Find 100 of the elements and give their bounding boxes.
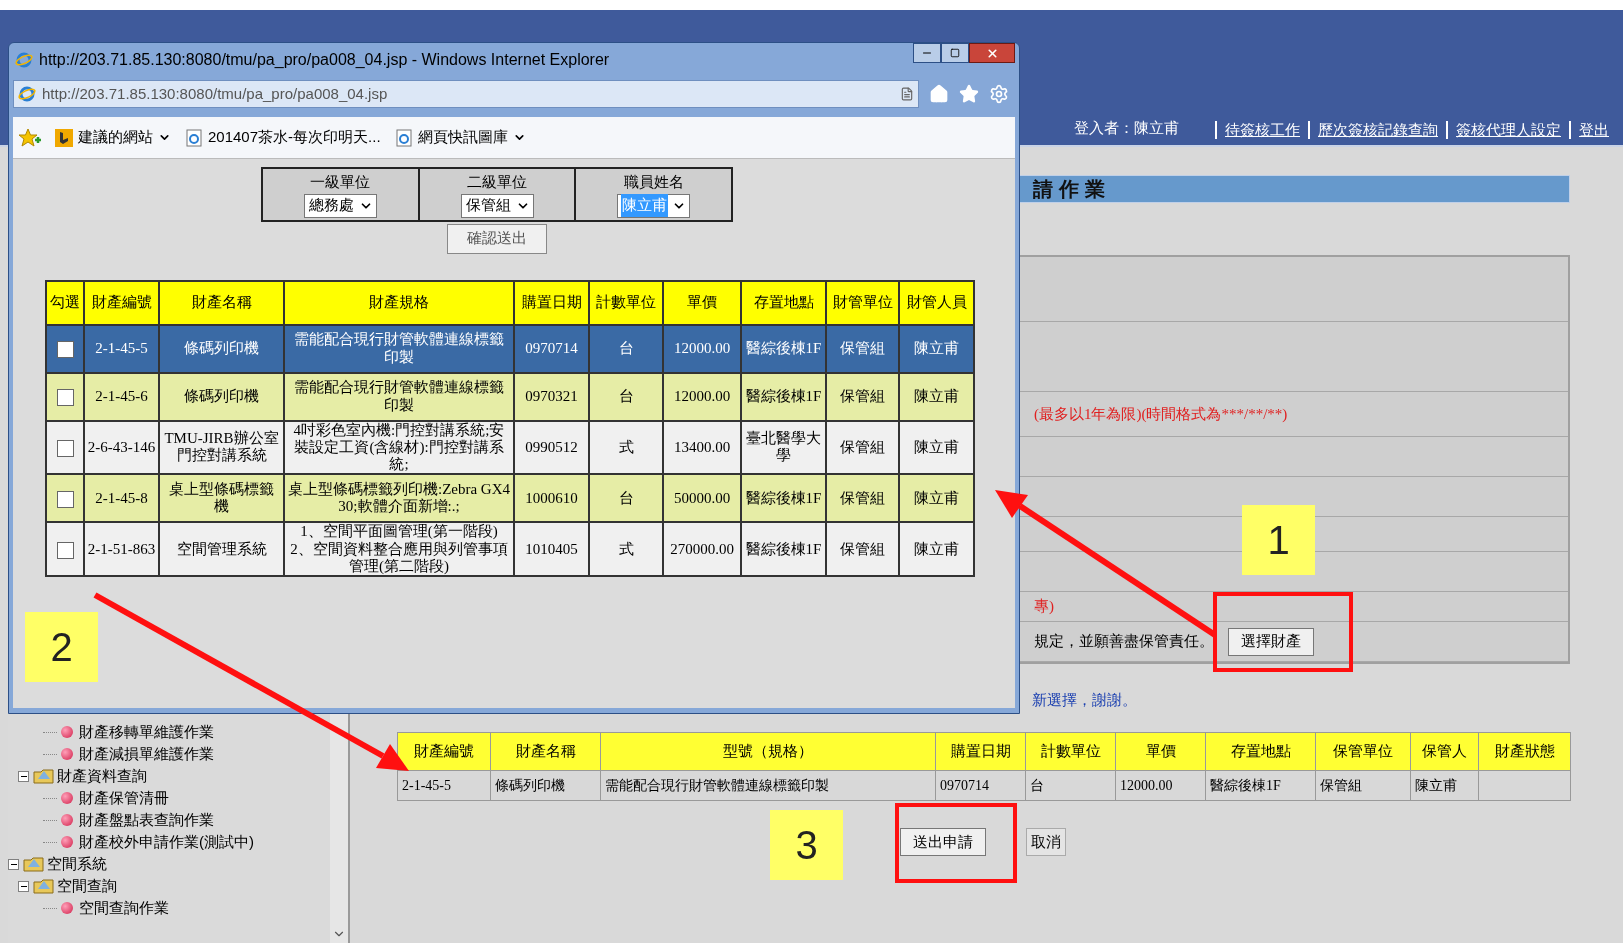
table-cell: 條碼列印機 (159, 324, 284, 373)
favorites-link[interactable]: 201407茶水-每次印明天... (208, 126, 381, 149)
column-header: 勾選 (46, 280, 84, 325)
dropdown[interactable]: 保管組 (460, 193, 534, 218)
maximize-icon[interactable] (950, 48, 960, 58)
tree-item[interactable]: 空間查詢作業 (79, 896, 169, 920)
table-cell: 0970321 (514, 372, 589, 421)
tree-folder-label[interactable]: 空間查詢 (57, 874, 117, 898)
filter-label: 一級單位 (310, 172, 371, 192)
table-cell: 2-1-45-5 (397, 770, 491, 801)
filter-label: 二級單位 (467, 172, 527, 192)
header-link[interactable]: 登出 (1579, 118, 1609, 142)
table-cell: 12000.00 (1115, 770, 1206, 801)
table-cell: 270000.00 (663, 522, 741, 576)
table-cell: 保管組 (1315, 770, 1411, 801)
column-header: 購置日期 (935, 732, 1026, 771)
close-button[interactable] (969, 43, 1015, 63)
collapse-toggle[interactable] (18, 770, 29, 782)
table-cell: 空間管理系統 (159, 522, 284, 576)
table-cell: 台 (589, 324, 663, 373)
table-cell: 台 (1025, 770, 1116, 801)
minimize-button[interactable] (913, 43, 941, 63)
tree-item[interactable]: 財產盤點表查詢作業 (79, 808, 214, 832)
column-header: 計數單位 (1025, 732, 1116, 771)
submit-button[interactable]: 送出申請 (900, 828, 986, 856)
table-cell: 條碼列印機 (490, 770, 601, 801)
header-link[interactable]: 待簽核工作 (1225, 118, 1300, 142)
checkbox[interactable] (56, 491, 74, 509)
step-label: 3 (770, 810, 843, 880)
checkbox[interactable] (56, 341, 74, 359)
table-cell: 陳立甫 (1410, 770, 1479, 801)
table-cell: 式 (589, 522, 663, 576)
table-row[interactable]: 2-1-45-8 桌上型條碼標籤機 桌上型條碼標籤列印機:Zebra GX430;軟體介面新增:.; 1000610 台 50000.00 醫綜後棟1F 保管組 陳立甫 (46, 474, 974, 523)
table-cell: 台 (589, 372, 663, 421)
table-cell: 醫綜後棟1F (741, 522, 826, 576)
tree-folder-label[interactable]: 財產資料查詢 (57, 764, 147, 788)
column-header: 存置地點 (1205, 732, 1316, 771)
table-cell: 2-1-45-5 (84, 324, 159, 373)
column-header: 財管單位 (826, 280, 899, 325)
collapse-toggle[interactable] (8, 858, 19, 870)
window-title: http://203.71.85.130:8080/tmu/pa_pro/pa008_04.jsp - Windows Internet Explorer (39, 50, 610, 70)
tree-folder-label[interactable]: 空間系統 (47, 852, 107, 876)
bullet-icon (61, 902, 73, 914)
table-cell: 1、空間平面圖管理(第一階段) 2、空間資料整合應用與列管事項管理(第二階段) (284, 522, 514, 576)
table-row[interactable]: 2-1-51-863 空間管理系統 1、空間平面圖管理(第一階段) 2、空間資料整合應用與列管事項管理(第二階段) 1010405 式 270000.00 醫綜後棟1F 保管組 陳立甫 (46, 522, 974, 576)
checkbox[interactable] (56, 541, 74, 559)
column-header: 財產名稱 (490, 732, 601, 771)
confirm-button[interactable]: 確認送出 (447, 223, 547, 254)
table-cell: 0970714 (514, 324, 589, 373)
filter-label: 職員姓名 (623, 172, 684, 192)
table-cell: 保管組 (826, 522, 899, 576)
tree-item[interactable]: 財產減損單維護作業 (79, 742, 214, 766)
user-label: 登入者：陳立甫 (1074, 117, 1179, 138)
close-icon[interactable] (985, 46, 999, 60)
table-cell: 2-1-45-6 (84, 372, 159, 421)
maximize-button[interactable] (941, 43, 969, 63)
table-cell: 陳立甫 (899, 324, 974, 373)
column-header: 財產規格 (284, 280, 514, 325)
form-statement: 規定，並願善盡保管責任。 (1034, 631, 1214, 652)
compatibility-icon[interactable] (900, 87, 914, 101)
table-cell: 醫綜後棟1F (741, 324, 826, 373)
header-link[interactable]: 歷次簽核記錄查詢 (1318, 118, 1438, 142)
address-field[interactable]: http://203.71.85.130:8080/tmu/pa_pro/pa008_04.jsp (13, 80, 919, 108)
browser-logo-icon (18, 85, 36, 103)
table-cell: 2-1-51-863 (84, 522, 159, 576)
favorites-link[interactable]: 網頁快訊圖庫 (417, 126, 508, 149)
bullet-icon (61, 814, 73, 826)
table-cell: 保管組 (826, 372, 899, 421)
step-label: 2 (25, 612, 98, 682)
table-cell: 陳立甫 (899, 372, 974, 421)
notice-text: 新選擇，謝謝。 (1032, 691, 1137, 708)
table-cell: 醫綜後棟1F (1205, 770, 1316, 801)
column-header: 存置地點 (741, 280, 826, 325)
column-header: 財產狀態 (1478, 732, 1571, 771)
web-page-icon (185, 128, 203, 147)
tree-item[interactable]: 財產校外申請作業(測試中) (79, 830, 254, 854)
tree-item[interactable]: 財產移轉單維護作業 (79, 720, 214, 744)
folder-icon (33, 877, 55, 895)
column-header: 財管人員 (899, 280, 974, 325)
favorites-link[interactable]: 建議的網站 (78, 126, 153, 149)
table-cell: 0970714 (935, 770, 1026, 801)
page-title: 請作業 (1033, 177, 1111, 202)
tree-item[interactable]: 財產保管清冊 (79, 786, 169, 810)
column-header: 單價 (1115, 732, 1206, 771)
column-header: 財產編號 (84, 280, 159, 325)
bullet-icon (61, 748, 73, 760)
select-property-button[interactable]: 選擇財產 (1228, 627, 1314, 656)
bullet-icon (61, 792, 73, 804)
add-favorite-icon[interactable] (19, 127, 41, 148)
folder-icon (23, 855, 45, 873)
table-cell: 醫綜後棟1F (741, 372, 826, 421)
dropdown[interactable]: 總務處 (303, 193, 377, 218)
checkbox[interactable] (56, 440, 74, 458)
table-row[interactable]: 2-1-45-5 條碼列印機 需能配合現行財管軟體連線標籤印製 0970714 台 12000.00 醫綜後棟1F 保管組 陳立甫 (46, 324, 974, 373)
table-row[interactable]: 2-1-45-6 條碼列印機 需能配合現行財管軟體連線標籤印製 0970321 台 12000.00 醫綜後棟1F 保管組 陳立甫 (46, 372, 974, 421)
header-link[interactable]: 簽核代理人設定 (1456, 118, 1561, 142)
bullet-icon (61, 836, 73, 848)
checkbox[interactable] (56, 389, 74, 407)
cancel-button[interactable]: 取消 (1026, 828, 1066, 856)
collapse-toggle[interactable] (18, 880, 29, 892)
